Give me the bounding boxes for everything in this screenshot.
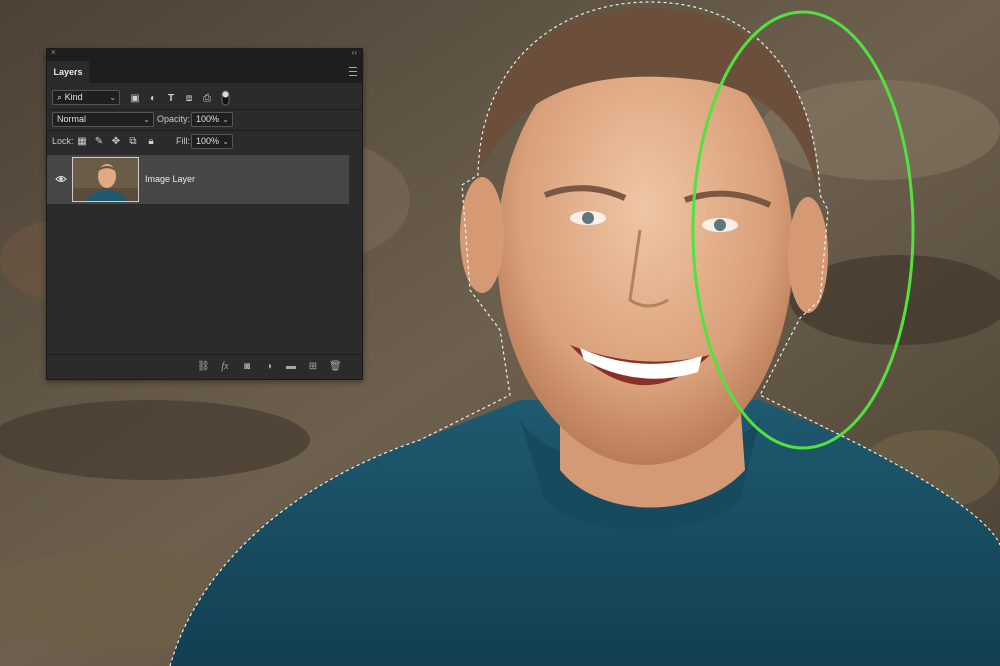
filter-row: ⌕ Kind ⌄ ▣ ◐ T ⧈ ⎙ [47, 87, 362, 109]
pixel-layer-filter-icon[interactable]: ▣ [129, 93, 141, 105]
divider [47, 130, 362, 131]
chevron-down-icon: ⌄ [222, 115, 229, 124]
lock-position-icon[interactable]: ✥ [110, 136, 122, 148]
eye-visibility-icon[interactable] [55, 174, 67, 184]
layers-scrollbar[interactable] [349, 155, 362, 345]
new-layer-icon[interactable]: ⊞ [307, 361, 319, 373]
eye-icon [55, 176, 67, 182]
lock-image-pixels-icon[interactable]: ✎ [93, 136, 105, 148]
blend-row: Normal ⌄ Opacity: 100% ⌄ [47, 110, 362, 130]
blend-mode-select[interactable]: Normal ⌄ [52, 112, 154, 127]
chevron-down-icon: ⌄ [222, 137, 229, 146]
chevron-down-icon: ⌄ [109, 93, 116, 102]
new-group-folder-icon[interactable]: ▬ [285, 361, 297, 373]
type-layer-filter-icon[interactable]: T [165, 93, 177, 105]
panel-tabbar: Layers [47, 59, 362, 83]
filter-kind-select[interactable]: ⌕ Kind ⌄ [52, 90, 120, 105]
opacity-field[interactable]: 100% ⌄ [191, 112, 233, 127]
new-adjustment-layer-icon[interactable]: ◑ [263, 361, 275, 373]
fill-label: Fill: [176, 136, 190, 146]
opacity-label: Opacity: [157, 114, 191, 124]
layer-row[interactable]: Image Layer [47, 155, 349, 204]
panel-titlebar: × ‹‹ [47, 48, 362, 59]
fill-field[interactable]: 100% ⌄ [191, 134, 233, 149]
search-icon: ⌕ [57, 92, 63, 102]
lock-row: Lock: ▦ ✎ ✥ ⧉ 🔒︎ Fill: 100% ⌄ [47, 132, 362, 152]
filter-toggle-icon[interactable] [221, 90, 230, 106]
collapse-panel-icon[interactable]: ‹‹ [352, 48, 357, 57]
thumbnail-image [73, 158, 138, 201]
lock-label: Lock: [52, 136, 74, 146]
lock-all-icon[interactable]: 🔒︎ [145, 136, 157, 148]
fill-value: 100% [196, 136, 220, 146]
adjustment-layer-filter-icon[interactable]: ◐ [147, 93, 159, 105]
shape-layer-filter-icon[interactable]: ⧈ [183, 93, 195, 105]
chevron-down-icon: ⌄ [143, 115, 150, 124]
blend-mode-value: Normal [57, 114, 87, 124]
smart-object-filter-icon[interactable]: ⎙ [201, 93, 213, 105]
add-mask-icon[interactable]: ◙ [241, 361, 253, 373]
filter-kind-value: Kind [64, 92, 83, 102]
layer-name[interactable]: Image Layer [145, 174, 195, 184]
link-layers-icon[interactable]: ⛓︎ [197, 361, 210, 373]
close-icon[interactable]: × [51, 48, 56, 57]
layers-panel: × ‹‹ Layers ⌕ Kind ⌄ ▣ ◐ T ⧈ ⎙ Normal ⌄ … [46, 48, 363, 380]
layer-thumbnail[interactable] [72, 157, 139, 202]
trash-icon[interactable]: 🗑︎ [329, 361, 342, 373]
lock-transparent-pixels-icon[interactable]: ▦ [76, 136, 88, 148]
tab-layers[interactable]: Layers [47, 61, 89, 83]
hamburger-menu-icon[interactable] [349, 67, 357, 76]
panel-footer: ⛓︎ fx ◙ ◑ ▬ ⊞ 🗑︎ [47, 354, 362, 379]
layer-style-fx-icon[interactable]: fx [219, 361, 231, 373]
lock-artboard-icon[interactable]: ⧉ [127, 136, 139, 148]
toggle-switch-icon [221, 90, 230, 106]
opacity-value: 100% [196, 114, 220, 124]
